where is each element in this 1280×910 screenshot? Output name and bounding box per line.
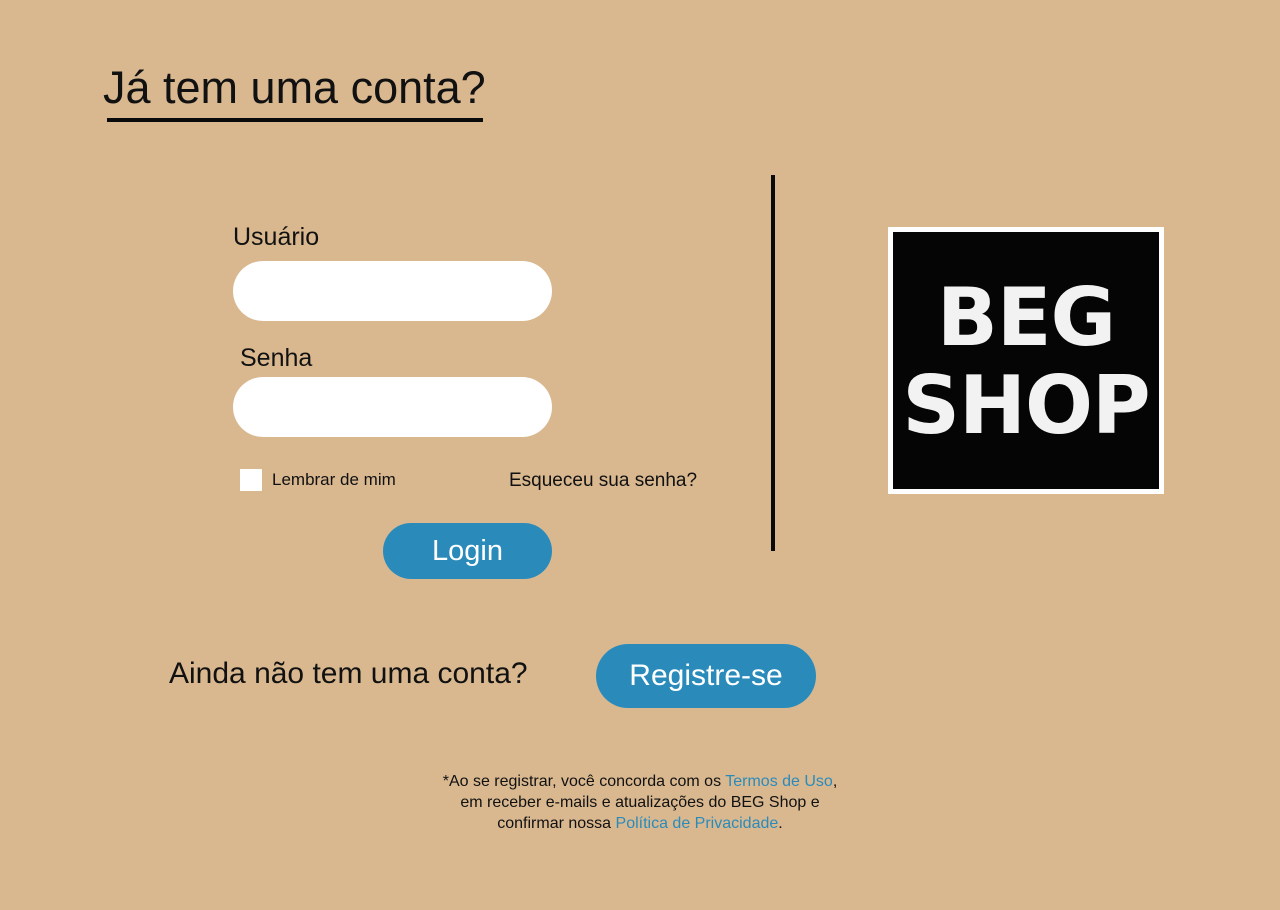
logo-text-beg: BEG	[936, 271, 1116, 364]
username-input[interactable]	[233, 261, 552, 321]
privacy-policy-link[interactable]: Política de Privacidade	[616, 815, 779, 832]
logo-text-shop: SHOP	[902, 359, 1150, 452]
vertical-divider	[771, 175, 775, 551]
registration-disclaimer: *Ao se registrar, você concorda com os T…	[340, 771, 940, 834]
password-label: Senha	[240, 344, 313, 372]
remember-me-label: Lembrar de mim	[272, 470, 396, 489]
register-button[interactable]: Registre-se	[596, 644, 816, 708]
password-input[interactable]	[233, 377, 552, 437]
disclaimer-line-2: em receber e-mails e atualizações do BEG…	[460, 794, 820, 811]
register-prompt: Ainda não tem uma conta?	[169, 657, 528, 690]
disclaimer-period: .	[778, 815, 783, 832]
disclaimer-line-3: confirmar nossa Política de Privacidade.	[340, 813, 940, 834]
disclaimer-comma: ,	[832, 773, 838, 790]
login-button[interactable]: Login	[383, 523, 552, 579]
heading-underline	[107, 118, 483, 122]
disclaimer-line-1: *Ao se registrar, você concorda com os T…	[340, 771, 940, 792]
disclaimer-text-1: *Ao se registrar, você concorda com os	[442, 773, 726, 790]
forgot-password-link[interactable]: Esqueceu sua senha?	[509, 469, 697, 493]
remember-me-checkbox[interactable]	[240, 469, 262, 491]
username-label: Usuário	[233, 223, 320, 251]
beg-shop-logo: BEG SHOP	[888, 227, 1164, 494]
terms-of-use-link[interactable]: Termos de Uso	[725, 773, 833, 790]
login-heading: Já tem uma conta?	[103, 62, 486, 113]
disclaimer-text-3: confirmar nossa	[497, 815, 616, 832]
